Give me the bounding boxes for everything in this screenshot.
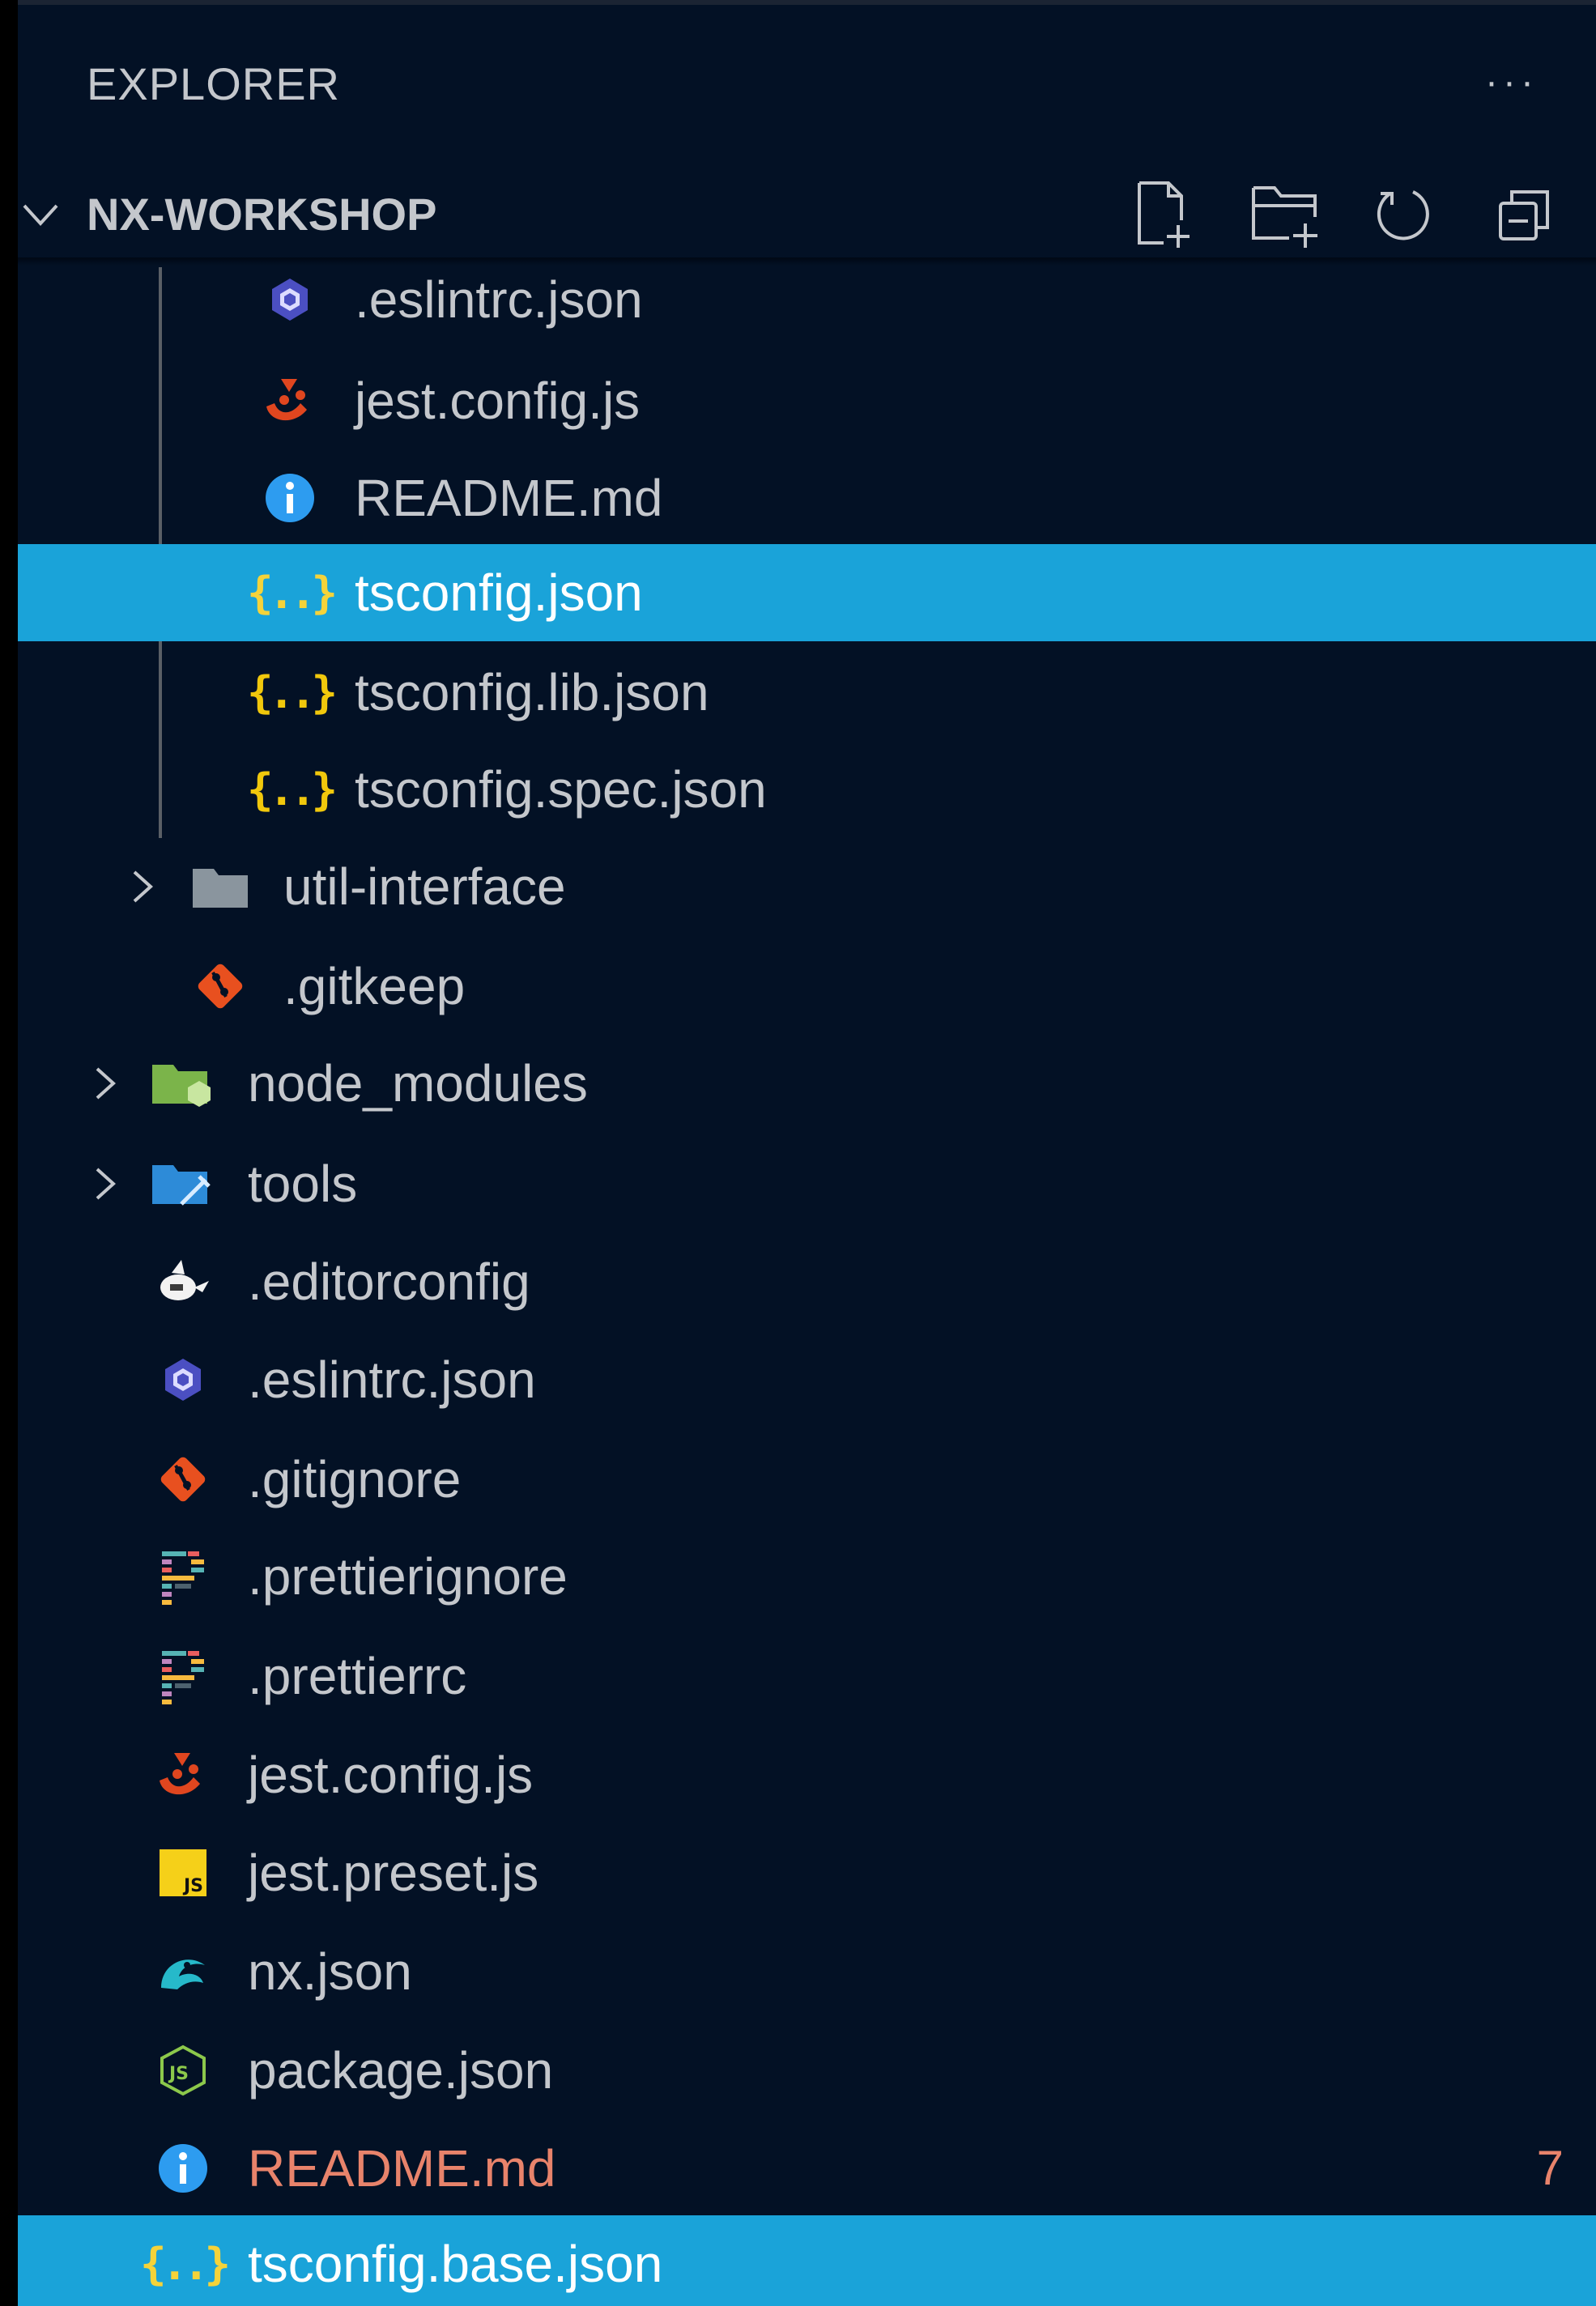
tree-item-label: tsconfig.base.json (248, 2235, 663, 2293)
tree-item-label: .eslintrc.json (355, 270, 643, 329)
tree-folder-row[interactable]: node_modules (18, 1035, 1596, 1132)
tools-folder-icon (149, 1161, 217, 1206)
tree-item-label: .eslintrc.json (248, 1351, 536, 1409)
tree-file-row[interactable]: .prettierignore (18, 1528, 1596, 1625)
tree-item-label: jest.config.js (355, 372, 641, 430)
nx-icon (149, 1949, 217, 1994)
tree-item-label: util-interface (283, 857, 566, 916)
chevron-right-icon[interactable] (126, 869, 159, 904)
folder-icon (186, 864, 254, 909)
chevron-right-icon[interactable] (89, 1066, 121, 1101)
tree-item-label: .editorconfig (248, 1253, 530, 1311)
tree-file-row[interactable]: {..} tsconfig.spec.json (18, 741, 1596, 838)
tree-item-label: jest.preset.js (248, 1844, 539, 1902)
tree-item-label: jest.config.js (248, 1746, 534, 1804)
tree-item-label: .prettierignore (248, 1547, 568, 1606)
tree-item-label: .gitkeep (283, 957, 466, 1015)
explorer-panel: EXPLORER ··· NX-WORKSHOP .eslintrc.json … (18, 0, 1596, 2306)
editorconfig-icon (149, 1259, 217, 1304)
tree-file-row[interactable]: {..} tsconfig.lib.json (18, 644, 1596, 741)
tree-item-label: tools (248, 1155, 358, 1213)
tree-folder-row[interactable]: tools (18, 1135, 1596, 1232)
tree-item-label: README.md (355, 469, 663, 527)
prettier-icon (149, 1651, 217, 1704)
tree-item-label: nx.json (248, 1942, 412, 2001)
tree-item-label: tsconfig.json (355, 564, 643, 622)
tree-file-row[interactable]: .eslintrc.json (18, 1331, 1596, 1428)
tree-file-row[interactable]: JS package.json (18, 2022, 1596, 2119)
info-icon (149, 2144, 217, 2193)
eslint-icon (149, 1357, 217, 1402)
json-icon: {..} (246, 567, 338, 619)
git-icon (186, 964, 254, 1009)
svg-text:JS: JS (182, 1876, 203, 1896)
tree-file-row[interactable]: {..} tsconfig.base.json (18, 2215, 1596, 2306)
json-icon: {..} (246, 666, 338, 718)
jest-icon (256, 378, 324, 423)
tree-file-row[interactable]: {..} tsconfig.json (18, 544, 1596, 641)
tree-file-row[interactable]: nx.json (18, 1923, 1596, 2020)
json-icon: {..} (246, 764, 338, 815)
tree-file-row[interactable]: README.md 7 (18, 2120, 1596, 2217)
tree-item-label: tsconfig.lib.json (355, 663, 709, 721)
node-folder-icon (149, 1061, 217, 1107)
eslint-icon (256, 277, 324, 322)
tree-file-row[interactable]: README.md (18, 449, 1596, 547)
info-icon (256, 474, 324, 522)
tree-file-row[interactable]: .eslintrc.json (18, 251, 1596, 348)
tree-folder-row[interactable]: util-interface (18, 838, 1596, 935)
jest-icon (149, 1752, 217, 1798)
tree-item-label: package.json (248, 2041, 554, 2100)
prettier-icon (149, 1551, 217, 1605)
tree-file-row[interactable]: .gitkeep (18, 938, 1596, 1035)
tree-file-row[interactable]: jest.config.js (18, 1726, 1596, 1823)
tree-item-label: .gitignore (248, 1450, 462, 1508)
file-tree: .eslintrc.json jest.config.js README.md {..… (18, 0, 1596, 2306)
tree-file-row[interactable]: .editorconfig (18, 1233, 1596, 1330)
tree-file-row[interactable]: JS jest.preset.js (18, 1824, 1596, 1921)
json-icon: {..} (139, 2238, 231, 2290)
tree-item-label: .prettierrc (248, 1647, 467, 1705)
tree-item-label: README.md (248, 2139, 556, 2198)
tree-item-label: node_modules (248, 1054, 588, 1113)
tree-file-row[interactable]: .gitignore (18, 1431, 1596, 1528)
svg-text:JS: JS (168, 2064, 189, 2084)
git-icon (149, 1457, 217, 1502)
nodejs-icon: JS (149, 2044, 217, 2096)
js-icon: JS (149, 1849, 217, 1896)
tree-file-row[interactable]: .prettierrc (18, 1627, 1596, 1725)
problem-count-badge: 7 (1536, 2141, 1564, 2195)
chevron-right-icon[interactable] (89, 1166, 121, 1202)
tree-item-label: tsconfig.spec.json (355, 760, 767, 819)
tree-file-row[interactable]: jest.config.js (18, 352, 1596, 449)
